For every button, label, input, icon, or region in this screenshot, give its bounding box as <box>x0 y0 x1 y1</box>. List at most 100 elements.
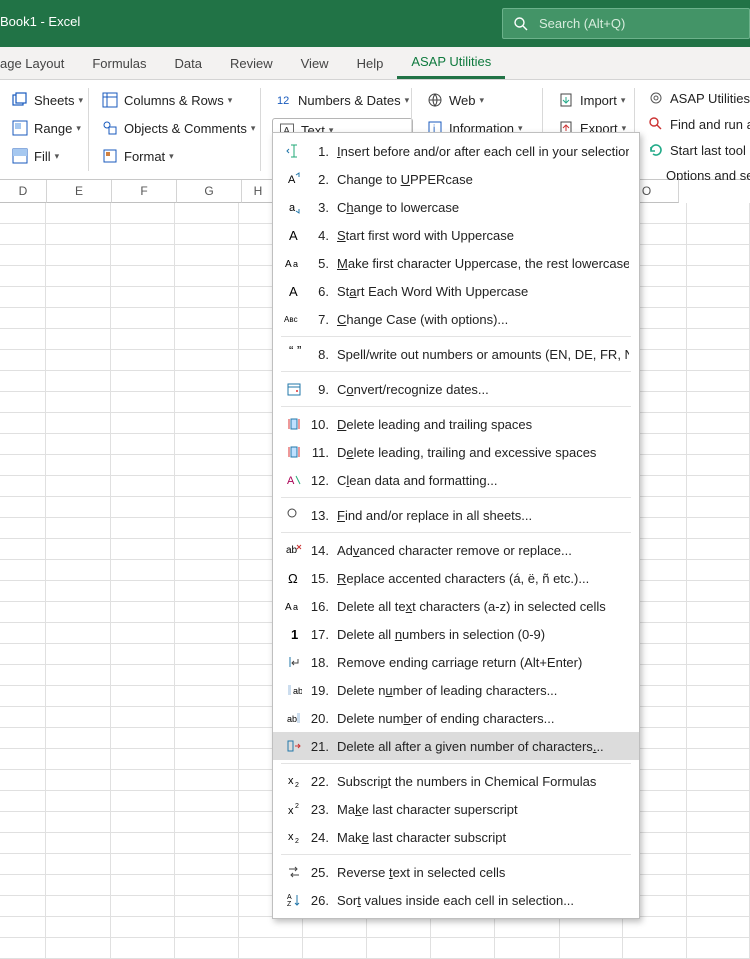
menu-item-5[interactable]: Aa5.Make first character Uppercase, the … <box>273 249 639 277</box>
cell[interactable] <box>46 602 110 623</box>
cell[interactable] <box>111 266 175 287</box>
cell[interactable] <box>0 728 46 749</box>
cell[interactable] <box>111 833 175 854</box>
cell[interactable] <box>175 791 239 812</box>
tab-review[interactable]: Review <box>216 47 287 79</box>
cell[interactable] <box>687 287 750 308</box>
cell[interactable] <box>687 833 750 854</box>
cell[interactable] <box>0 581 46 602</box>
cell[interactable] <box>175 665 239 686</box>
cell[interactable] <box>0 770 46 791</box>
menu-item-6[interactable]: A6.Start Each Word With Uppercase <box>273 277 639 305</box>
cell[interactable] <box>687 875 750 896</box>
cell[interactable] <box>175 875 239 896</box>
cell[interactable] <box>175 749 239 770</box>
cell[interactable] <box>687 245 750 266</box>
cell[interactable] <box>0 560 46 581</box>
cell[interactable] <box>623 938 687 959</box>
cell[interactable] <box>46 560 110 581</box>
cell[interactable] <box>46 350 110 371</box>
cell[interactable] <box>111 392 175 413</box>
cell[interactable] <box>0 497 46 518</box>
cell[interactable] <box>46 770 110 791</box>
menu-item-18[interactable]: 18.Remove ending carriage return (Alt+En… <box>273 648 639 676</box>
start-last-tool-button[interactable]: Start last tool ag <box>644 140 750 160</box>
cell[interactable] <box>111 770 175 791</box>
cell[interactable] <box>0 623 46 644</box>
cell[interactable] <box>0 287 46 308</box>
cell[interactable] <box>175 896 239 917</box>
cell[interactable] <box>0 812 46 833</box>
cell[interactable] <box>687 623 750 644</box>
cell[interactable] <box>175 245 239 266</box>
fill-button[interactable]: Fill▾ <box>8 146 87 166</box>
cell[interactable] <box>111 602 175 623</box>
cell[interactable] <box>0 917 46 938</box>
cell[interactable] <box>46 581 110 602</box>
cell[interactable] <box>111 938 175 959</box>
search-box[interactable]: Search (Alt+Q) <box>502 8 750 39</box>
cell[interactable] <box>46 308 110 329</box>
objects-comments-button[interactable]: Objects & Comments▾ <box>98 118 259 138</box>
cell[interactable] <box>46 665 110 686</box>
menu-item-4[interactable]: A4.Start first word with Uppercase <box>273 221 639 249</box>
cell[interactable] <box>303 917 367 938</box>
cell[interactable] <box>175 455 239 476</box>
cell[interactable] <box>175 224 239 245</box>
cell[interactable] <box>46 497 110 518</box>
columns-rows-button[interactable]: Columns & Rows▾ <box>98 90 259 110</box>
asap-options-button[interactable]: ASAP Utilities O <box>644 88 750 108</box>
cell[interactable] <box>175 854 239 875</box>
tab-view[interactable]: View <box>287 47 343 79</box>
cell[interactable] <box>111 350 175 371</box>
cell[interactable] <box>0 749 46 770</box>
cell[interactable] <box>0 329 46 350</box>
cell[interactable] <box>111 791 175 812</box>
cell[interactable] <box>46 749 110 770</box>
cell[interactable] <box>111 812 175 833</box>
cell[interactable] <box>687 539 750 560</box>
cell[interactable] <box>111 434 175 455</box>
cell[interactable] <box>623 917 687 938</box>
cell[interactable] <box>111 854 175 875</box>
cell[interactable] <box>495 938 559 959</box>
cell[interactable] <box>46 917 110 938</box>
cell[interactable] <box>0 371 46 392</box>
cell[interactable] <box>175 497 239 518</box>
cell[interactable] <box>687 434 750 455</box>
cell[interactable] <box>175 833 239 854</box>
cell[interactable] <box>687 518 750 539</box>
cell[interactable] <box>0 350 46 371</box>
cell[interactable] <box>175 560 239 581</box>
col-head-E[interactable]: E <box>47 180 112 203</box>
menu-item-1[interactable]: 1.Insert before and/or after each cell i… <box>273 137 639 165</box>
cell[interactable] <box>46 287 110 308</box>
cell[interactable] <box>0 686 46 707</box>
cell[interactable] <box>0 938 46 959</box>
menu-item-8[interactable]: “ ”8.Spell/write out numbers or amounts … <box>273 340 639 368</box>
cell[interactable] <box>431 938 495 959</box>
cell[interactable] <box>111 245 175 266</box>
cell[interactable] <box>175 581 239 602</box>
cell[interactable] <box>175 476 239 497</box>
menu-item-16[interactable]: Aa16.Delete all text characters (a-z) in… <box>273 592 639 620</box>
cell[interactable] <box>175 602 239 623</box>
cell[interactable] <box>239 938 303 959</box>
cell[interactable] <box>111 686 175 707</box>
menu-item-2[interactable]: A2.Change to UPPERcase <box>273 165 639 193</box>
cell[interactable] <box>0 224 46 245</box>
cell[interactable] <box>687 686 750 707</box>
cell[interactable] <box>0 434 46 455</box>
cell[interactable] <box>687 224 750 245</box>
cell[interactable] <box>111 287 175 308</box>
cell[interactable] <box>175 644 239 665</box>
cell[interactable] <box>175 329 239 350</box>
col-head-D[interactable]: D <box>0 180 47 203</box>
cell[interactable] <box>111 728 175 749</box>
cell[interactable] <box>687 350 750 371</box>
cell[interactable] <box>687 749 750 770</box>
cell[interactable] <box>687 896 750 917</box>
cell[interactable] <box>175 539 239 560</box>
menu-item-10[interactable]: 10.Delete leading and trailing spaces <box>273 410 639 438</box>
cell[interactable] <box>111 329 175 350</box>
